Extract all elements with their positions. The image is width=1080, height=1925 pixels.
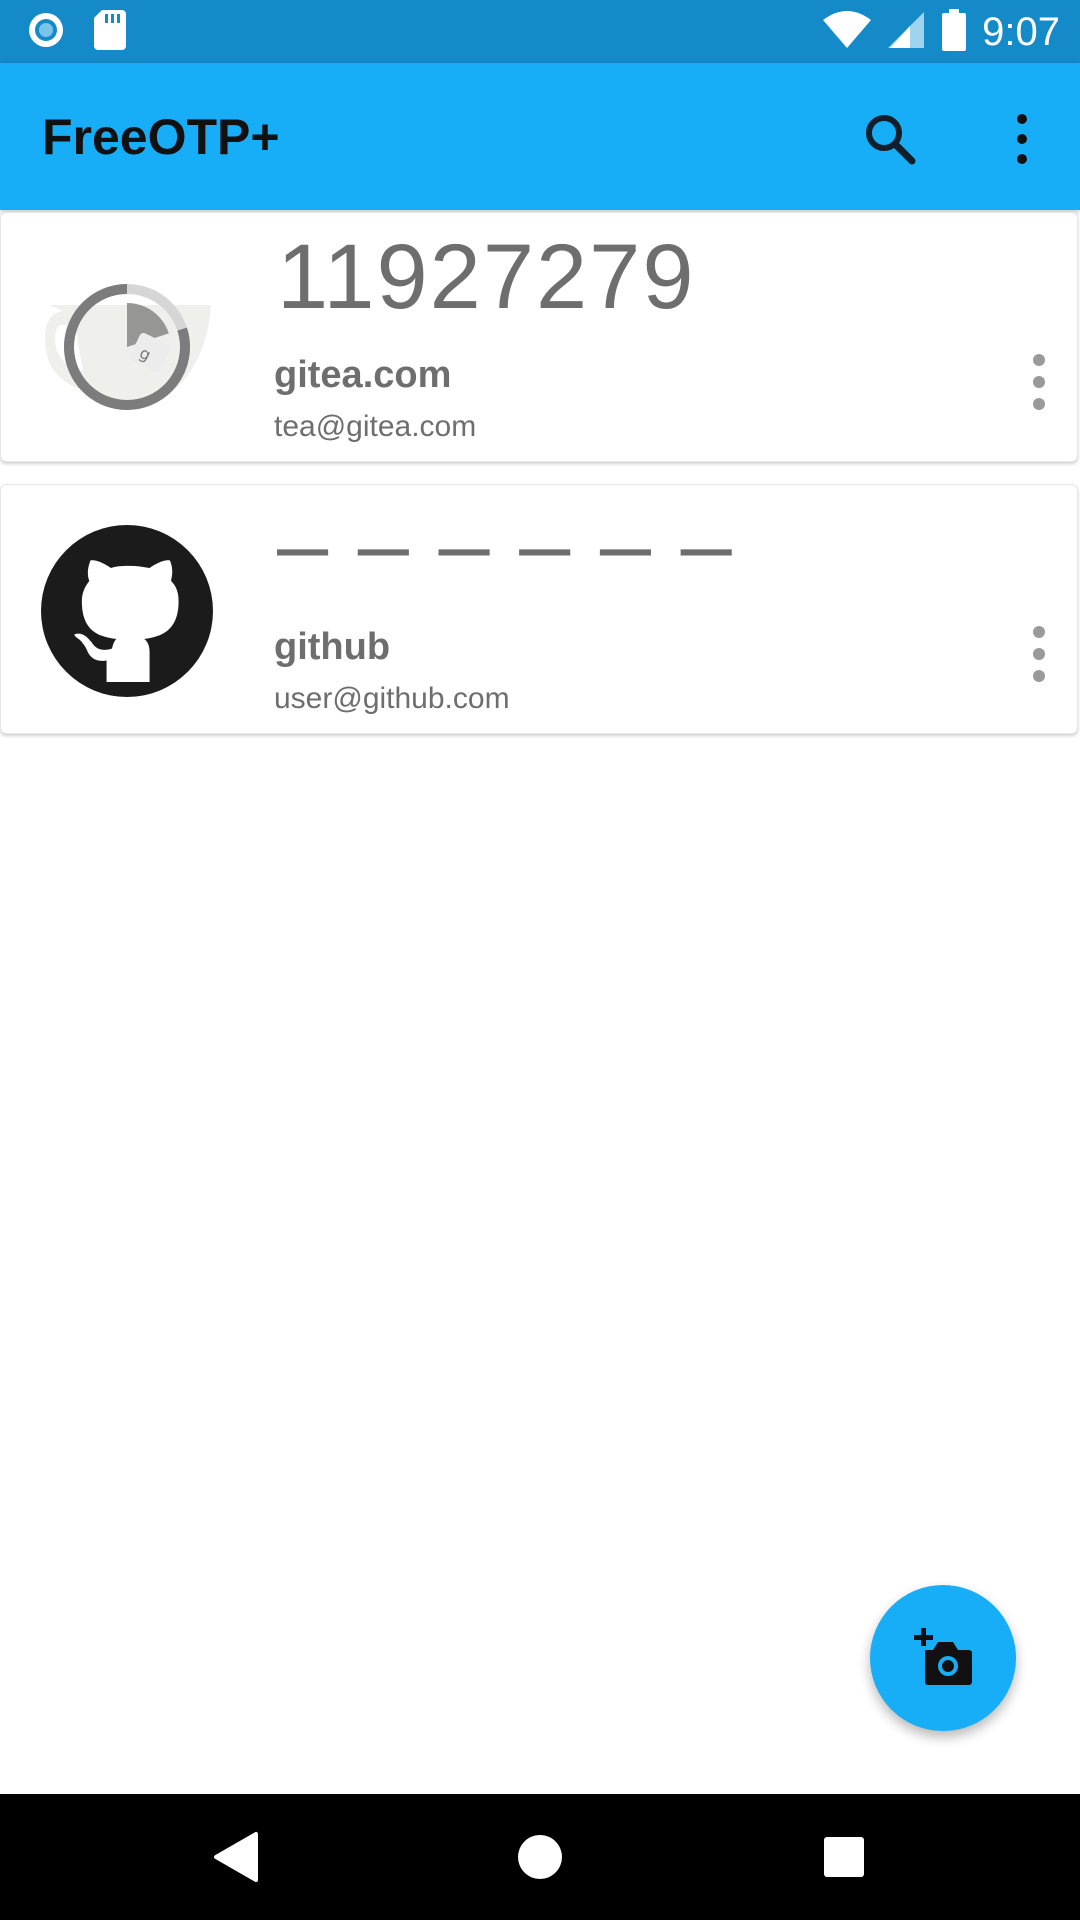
status-left-icons (26, 10, 126, 55)
status-right-icons: 9:07 (822, 6, 1060, 58)
github-logo-icon (41, 525, 213, 697)
token-menu-button[interactable] (1025, 347, 1053, 417)
record-icon (26, 10, 66, 55)
token-card-gitea[interactable]: g 11927279 gitea.com tea@gitea.com (0, 212, 1078, 462)
back-button[interactable] (176, 1794, 296, 1920)
otp-code: 11927279 (277, 226, 696, 328)
token-card-github[interactable]: – – – – – – github user@github.com (0, 484, 1078, 734)
token-issuer: github (274, 626, 391, 668)
wifi-icon (822, 10, 872, 55)
app-bar: FreeOTP+ (0, 63, 1080, 210)
home-button[interactable] (480, 1794, 600, 1920)
recents-icon (824, 1837, 864, 1877)
overflow-menu-icon (1033, 354, 1045, 410)
home-icon (518, 1835, 562, 1879)
status-bar: 9:07 (0, 0, 1080, 63)
back-icon (214, 1832, 258, 1882)
token-issuer: gitea.com (274, 354, 452, 396)
gitea-logo: g (41, 253, 213, 425)
gitea-logo-icon: g (45, 284, 211, 410)
battery-icon (942, 8, 967, 56)
overflow-menu-icon (1033, 626, 1045, 682)
token-menu-button[interactable] (1025, 619, 1053, 689)
status-time: 9:07 (982, 10, 1060, 54)
github-logo (41, 525, 213, 697)
search-icon (866, 115, 916, 165)
overflow-menu-icon (1017, 114, 1027, 164)
sd-card-icon (94, 10, 126, 55)
cell-signal-icon (888, 10, 926, 55)
otp-code-hidden: – – – – – – (277, 494, 734, 596)
token-account: tea@gitea.com (274, 410, 477, 443)
recents-button[interactable] (784, 1794, 904, 1920)
overflow-menu-button[interactable] (1000, 107, 1044, 171)
navigation-bar (0, 1794, 1080, 1920)
token-account: user@github.com (274, 682, 510, 715)
app-title: FreeOTP+ (42, 109, 280, 165)
add-token-button[interactable] (870, 1585, 1016, 1731)
search-button[interactable] (858, 107, 922, 171)
add-camera-icon (914, 1628, 972, 1685)
